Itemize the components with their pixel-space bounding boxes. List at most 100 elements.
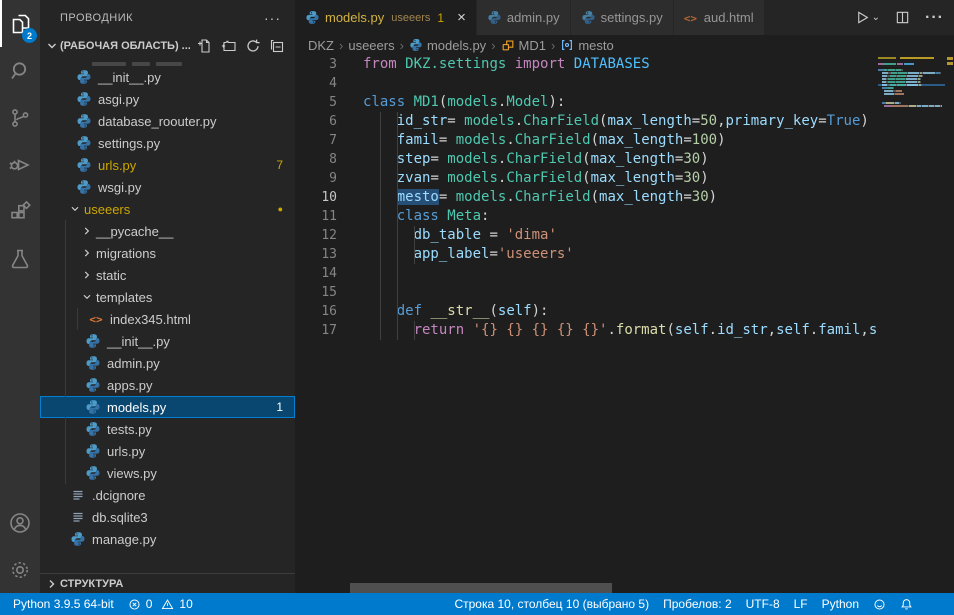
outline-section-label: СТРУКТУРА: [60, 578, 123, 590]
tree-folder-migrations[interactable]: migrations: [40, 242, 295, 264]
html-icon: <>: [684, 10, 699, 25]
chevron-down-icon: [80, 290, 94, 304]
tree-file-models.py[interactable]: models.py1: [40, 396, 295, 418]
code-token: s: [869, 322, 877, 338]
file-label: useeers: [84, 202, 130, 217]
code-token: self: [675, 322, 709, 338]
editor-action-more-actions[interactable]: ···: [925, 9, 944, 27]
tree-file-views.py[interactable]: views.py: [40, 462, 295, 484]
tree-file-settings.py[interactable]: settings.py: [40, 132, 295, 154]
new-file-icon[interactable]: [197, 38, 213, 54]
tree-file-database-roouter.py[interactable]: database_roouter.py: [40, 110, 295, 132]
minimap-segment: [907, 75, 918, 77]
refresh-icon[interactable]: [245, 38, 261, 54]
chevron-right-icon: [44, 576, 60, 592]
minimap-segment: [920, 81, 921, 83]
code-line: 15: [295, 283, 954, 302]
tree-file-admin.py[interactable]: admin.py: [40, 352, 295, 374]
status-indentation[interactable]: Пробелов: 2: [656, 593, 739, 615]
activity-item-run-debug[interactable]: [0, 141, 40, 188]
indent-guide-line: [397, 207, 398, 226]
minimap[interactable]: [878, 57, 945, 108]
tree-file-db.sqlite3[interactable]: db.sqlite3: [40, 506, 295, 528]
file-label: __init__.py: [98, 70, 161, 85]
editor-action-run[interactable]: ⌄: [855, 10, 880, 25]
tree-folder-templates[interactable]: templates: [40, 286, 295, 308]
status-encoding[interactable]: UTF-8: [739, 593, 787, 615]
status-python-version[interactable]: Python 3.9.5 64-bit: [6, 593, 121, 615]
editor-action-split-editor[interactable]: [895, 10, 910, 25]
activity-item-settings[interactable]: [0, 546, 40, 593]
code-token: (: [591, 132, 599, 148]
breadcrumb-item-DKZ[interactable]: DKZ: [308, 38, 334, 53]
code-token: class: [363, 94, 414, 110]
minimap-segment: [897, 84, 906, 86]
tree-file-.dcignore[interactable]: .dcignore: [40, 484, 295, 506]
code-token: zvan: [397, 170, 431, 186]
new-folder-icon[interactable]: [221, 38, 237, 54]
breadcrumb-item-mesto[interactable]: mesto: [560, 38, 613, 53]
tree-file-wsgi.py[interactable]: wsgi.py: [40, 176, 295, 198]
file-label: database_roouter.py: [98, 114, 217, 129]
tree-file-tests.py[interactable]: tests.py: [40, 418, 295, 440]
file-label: models.py: [107, 400, 166, 415]
python-icon: [76, 179, 92, 195]
tree-folder-useeers[interactable]: useeers●: [40, 198, 295, 220]
line-number: 6: [295, 112, 337, 131]
breadcrumb-item-MD1[interactable]: MD1: [501, 38, 546, 53]
tab-settings.py[interactable]: settings.py: [571, 0, 674, 35]
tab-models.py[interactable]: models.pyuseeers1×: [295, 0, 477, 35]
tree-file-apps.py[interactable]: apps.py: [40, 374, 295, 396]
indent-guide-line: [397, 112, 398, 131]
workspace-section-label: (РАБОЧАЯ ОБЛАСТЬ) ...: [60, 40, 191, 52]
activity-item-testing[interactable]: [0, 235, 40, 282]
code-token: :: [481, 208, 489, 224]
tab-admin.py[interactable]: admin.py: [477, 0, 571, 35]
status-eol[interactable]: LF: [787, 593, 815, 615]
status-notifications[interactable]: [893, 593, 920, 615]
horizontal-scrollbar[interactable]: [350, 583, 612, 593]
status-language-mode[interactable]: Python: [815, 593, 866, 615]
collapse-icon[interactable]: [269, 38, 285, 54]
outline-section-header[interactable]: СТРУКТУРА: [40, 573, 295, 593]
minimap-segment: [896, 81, 905, 83]
tree-file-urls.py[interactable]: urls.py: [40, 440, 295, 462]
minimap-segment: [884, 105, 891, 107]
line-content: step= models.CharField(max_length=30): [363, 150, 709, 169]
tab-aud.html[interactable]: <>aud.html: [674, 0, 765, 35]
line-number: 15: [295, 283, 337, 302]
tree-folder--pycache-[interactable]: __pycache__: [40, 220, 295, 242]
code-token: [363, 322, 414, 338]
status-problems[interactable]: 010: [121, 593, 200, 615]
status-feedback[interactable]: [866, 593, 893, 615]
code-token: 50: [700, 113, 717, 129]
tree-file--init-.py[interactable]: __init__.py: [40, 330, 295, 352]
breadcrumb-separator: ›: [491, 38, 495, 53]
breadcrumb-item-models.py[interactable]: models.py: [409, 38, 486, 53]
code-editor[interactable]: 3from DKZ.settings import DATABASES45cla…: [295, 55, 954, 593]
line-number: 5: [295, 93, 337, 112]
tree-file-urls.py[interactable]: urls.py7: [40, 154, 295, 176]
code-line: 10 mesto= models.CharField(max_length=30…: [295, 188, 954, 207]
tree-file-asgi.py[interactable]: asgi.py: [40, 88, 295, 110]
activity-item-extensions[interactable]: [0, 188, 40, 235]
close-icon[interactable]: ×: [457, 10, 466, 25]
workspace-section-header[interactable]: (РАБОЧАЯ ОБЛАСТЬ) ...: [40, 35, 295, 57]
tree-file-manage.py[interactable]: manage.py: [40, 528, 295, 550]
activity-item-source-control[interactable]: [0, 94, 40, 141]
activity-item-explorer[interactable]: 2: [0, 0, 40, 47]
sidebar-more-actions-icon[interactable]: ···: [264, 10, 281, 26]
activity-item-search[interactable]: [0, 47, 40, 94]
breadcrumb-item-useeers[interactable]: useeers: [348, 38, 394, 53]
line-content: def __str__(self):: [363, 302, 548, 321]
tree-file-index345.html[interactable]: <>index345.html: [40, 308, 295, 330]
minimap-line: [878, 63, 945, 65]
minimap-segment: [896, 90, 902, 92]
status-cursor-position[interactable]: Строка 10, столбец 10 (выбрано 5): [447, 593, 656, 615]
minimap-line: [878, 105, 945, 107]
error-icon: [128, 598, 141, 611]
code-token: db_table: [414, 227, 481, 243]
tree-folder-static[interactable]: static: [40, 264, 295, 286]
activity-item-accounts[interactable]: [0, 499, 40, 546]
tree-file--init-.py[interactable]: __init__.py: [40, 66, 295, 88]
